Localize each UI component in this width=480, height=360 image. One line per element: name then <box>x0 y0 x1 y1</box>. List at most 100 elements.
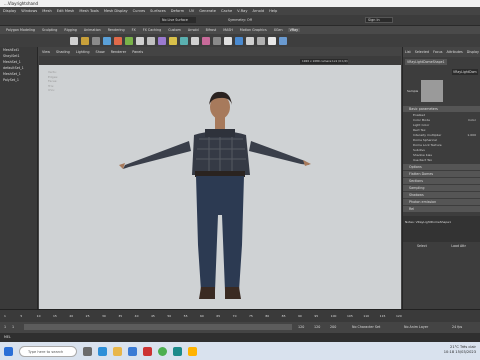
load-attributes-button[interactable]: Load Attr <box>451 244 466 248</box>
shelf-tab-rigging[interactable]: Rigging <box>62 28 79 32</box>
menu-generate[interactable]: Generate <box>199 9 216 13</box>
collapsed-section[interactable]: Photon emission <box>403 199 480 205</box>
menu-curves[interactable]: Curves <box>133 9 145 13</box>
shelf-tab-bifrost[interactable]: Bifrost <box>204 28 219 32</box>
attribute-value[interactable]: 1.000 <box>467 133 476 138</box>
menu-deform[interactable]: Deform <box>171 9 184 13</box>
shelf-tab-rendering[interactable]: Rendering <box>106 28 127 32</box>
time-slider[interactable]: 1 5 10 15 20 25 30 35 40 45 50 55 60 65 70 75 80 85 90 95 10… <box>0 309 480 322</box>
shelf-tab-fx[interactable]: FX <box>130 28 138 32</box>
menu-surfaces[interactable]: Surfaces <box>150 9 166 13</box>
opera-icon[interactable] <box>143 346 152 356</box>
clock-date[interactable]: 15/03/2023 <box>455 350 476 354</box>
range-end[interactable]: 120 <box>298 325 304 329</box>
menu-display[interactable]: Display <box>3 9 16 13</box>
menu-windows[interactable]: Windows <box>21 9 37 13</box>
shelf-tool-icon[interactable] <box>191 36 199 45</box>
section-basic-parameters[interactable]: Basic parameters <box>403 106 480 112</box>
symmetry-dropdown[interactable]: Symmetry: Off <box>228 17 264 23</box>
viewport-menu-panels[interactable]: Panels <box>132 50 143 54</box>
playback-end[interactable]: 200 <box>330 325 336 329</box>
taskbar-search[interactable]: Type here to search <box>19 345 77 357</box>
shelf-tool-icon[interactable] <box>103 36 111 45</box>
range-start[interactable]: 1 <box>12 325 14 329</box>
shelf-tool-icon[interactable] <box>125 36 133 45</box>
shelf-tool-icon[interactable] <box>136 36 144 45</box>
chrome-icon[interactable] <box>158 346 167 356</box>
shelf-tab-arnold[interactable]: Arnold <box>186 28 201 32</box>
viewport-menu-show[interactable]: Show <box>96 50 105 54</box>
edge-icon[interactable] <box>98 346 107 356</box>
command-line[interactable]: MEL <box>0 333 480 342</box>
viewport-3d[interactable] <box>39 65 401 309</box>
shelf-tool-icon[interactable] <box>213 36 221 45</box>
attr-tab-selected[interactable]: Selected <box>415 50 429 54</box>
viewport-menu-view[interactable]: View <box>42 50 50 54</box>
shelf-tool-icon[interactable] <box>92 36 100 45</box>
viewport-menu-renderer[interactable]: Renderer <box>111 50 126 54</box>
shelf-tool-icon[interactable] <box>202 36 210 45</box>
shelf-tool-icon[interactable] <box>279 36 287 45</box>
shelf-tool-icon[interactable] <box>268 36 276 45</box>
shelf-tab-sculpting[interactable]: Sculpting <box>40 28 59 32</box>
fps-dropdown[interactable]: 24 fps <box>452 325 462 329</box>
character-set-dropdown[interactable]: No Character Set <box>352 325 380 329</box>
app-icon[interactable] <box>188 346 197 356</box>
shelf-tool-icon[interactable] <box>114 36 122 45</box>
shelf-tool-icon[interactable] <box>246 36 254 45</box>
anim-layer-dropdown[interactable]: No Anim Layer <box>404 325 428 329</box>
range-bar[interactable] <box>24 324 292 330</box>
menu-help[interactable]: Help <box>269 9 277 13</box>
notes-field[interactable]: Notes: VRayLightDomeShape1 <box>403 216 480 242</box>
live-surface-field[interactable]: No Live Surface <box>160 17 196 23</box>
menu-mesh[interactable]: Mesh <box>42 9 51 13</box>
attr-tab-attributes[interactable]: Attributes <box>446 50 462 54</box>
shelf-tab-polygon-modeling[interactable]: Polygon Modeling <box>4 28 37 32</box>
menu-edit-mesh[interactable]: Edit Mesh <box>57 9 75 13</box>
menu-v-ray[interactable]: V-Ray <box>237 9 247 13</box>
command-language-label[interactable]: MEL <box>4 335 11 339</box>
viewport-menu-lighting[interactable]: Lighting <box>76 50 90 54</box>
shelf-tool-icon[interactable] <box>70 36 78 45</box>
collapsed-section[interactable]: Shadows <box>403 192 480 198</box>
collapsed-section[interactable]: Sections <box>403 178 480 184</box>
select-button[interactable]: Select <box>417 244 427 248</box>
shelf-tab-motion-graphics[interactable]: Motion Graphics <box>238 28 269 32</box>
node-name-field[interactable]: VRayLightDom <box>452 69 478 75</box>
attribute-value[interactable]: Color <box>468 118 476 123</box>
character-model[interactable] <box>39 65 401 309</box>
clock-time[interactable]: 10:18 <box>444 350 454 354</box>
shelf-tab-mash[interactable]: MASH <box>221 28 235 32</box>
attr-tab-display[interactable]: Display <box>467 50 479 54</box>
collapsed-section[interactable]: Flatten Domes <box>403 171 480 177</box>
shelf-tool-icon[interactable] <box>235 36 243 45</box>
attr-tab-focus[interactable]: Focus <box>433 50 442 54</box>
shelf-tool-icon[interactable] <box>169 36 177 45</box>
menu-mesh-tools[interactable]: Mesh Tools <box>79 9 98 13</box>
maya-icon[interactable] <box>173 346 182 356</box>
menu-mesh-display[interactable]: Mesh Display <box>104 9 128 13</box>
shelf-tab-vray[interactable]: VRay <box>287 28 301 32</box>
attribute-row[interactable]: Use Rect Tex <box>403 158 480 163</box>
windows-start-icon[interactable] <box>4 346 13 356</box>
shelf-tool-icon[interactable] <box>81 36 89 45</box>
shelf-tab-xgen[interactable]: XGen <box>272 28 285 32</box>
shelf-tab-fx-caching[interactable]: FX Caching <box>141 28 164 32</box>
menu-cache[interactable]: Cache <box>221 9 232 13</box>
shelf-tab-custom[interactable]: Custom <box>166 28 183 32</box>
menu-arnold[interactable]: Arnold <box>252 9 264 13</box>
collapsed-section[interactable]: Sampling <box>403 185 480 191</box>
node-tab[interactable]: VRayLightDomeShape1 <box>405 59 447 65</box>
collapsed-section[interactable]: Rel <box>403 206 480 212</box>
file-explorer-icon[interactable] <box>113 346 122 356</box>
task-view-icon[interactable] <box>83 346 92 356</box>
viewport-menu-shading[interactable]: Shading <box>56 50 70 54</box>
attr-tab-list[interactable]: List <box>405 50 411 54</box>
outliner-item[interactable]: PolySet_1 <box>0 77 37 83</box>
shelf-tool-icon[interactable] <box>224 36 232 45</box>
shelf-tool-icon[interactable] <box>147 36 155 45</box>
start-frame[interactable]: 1 <box>4 325 6 329</box>
section-options[interactable]: Options <box>403 164 480 170</box>
menu-uv[interactable]: UV <box>189 9 194 13</box>
mail-icon[interactable] <box>128 346 137 356</box>
